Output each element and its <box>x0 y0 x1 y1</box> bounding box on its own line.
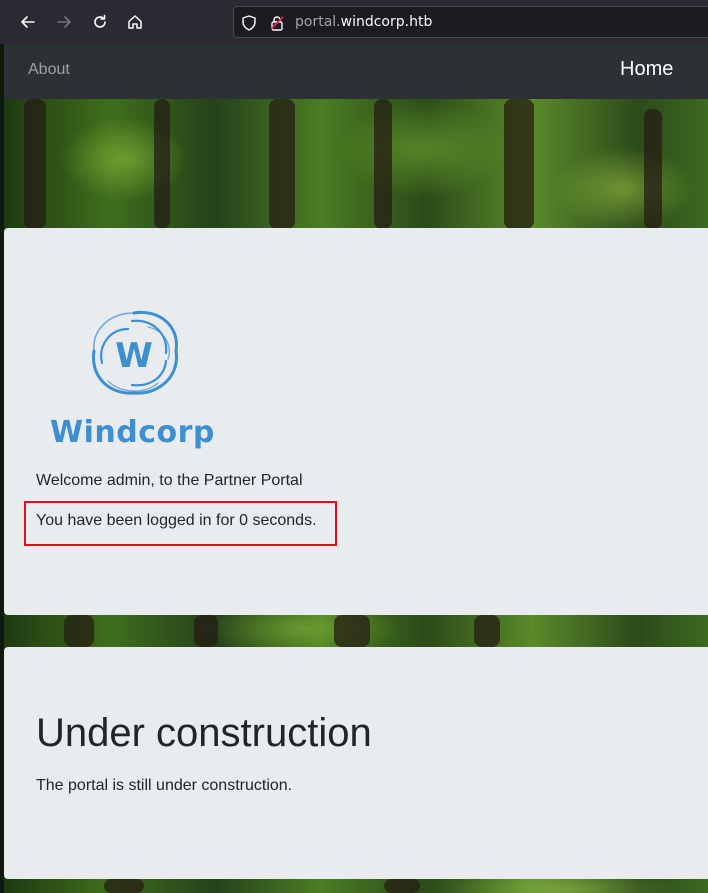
site-navbar: About Home <box>4 44 708 99</box>
shield-icon[interactable] <box>240 14 258 32</box>
home-icon <box>128 15 142 29</box>
highlight-annotation-box <box>24 501 337 546</box>
svg-text:W: W <box>115 336 153 376</box>
logo-text: Windcorp <box>50 415 215 450</box>
back-arrow-icon <box>21 16 35 28</box>
forward-button[interactable] <box>52 10 76 34</box>
back-button[interactable] <box>16 10 40 34</box>
reload-icon <box>94 14 106 28</box>
welcome-card: W Windcorp Welcome admin, to the Partner… <box>4 228 708 615</box>
forward-arrow-icon <box>57 16 71 28</box>
windcorp-logo: W Windcorp <box>48 303 228 453</box>
url-subdomain: portal. <box>295 14 341 30</box>
url-text[interactable]: portal.windcorp.htb <box>295 13 432 31</box>
reload-button[interactable] <box>88 10 112 34</box>
insecure-lock-icon[interactable] <box>268 14 286 32</box>
home-button[interactable] <box>123 10 147 34</box>
construction-heading: Under construction <box>36 711 372 755</box>
browser-toolbar: portal.windcorp.htb <box>0 0 708 44</box>
construction-card: Under construction The portal is still u… <box>4 647 708 879</box>
wind-swirl-icon: W <box>91 310 178 395</box>
nav-link-home[interactable]: Home <box>620 58 673 81</box>
address-bar[interactable]: portal.windcorp.htb <box>233 6 708 38</box>
construction-message: The portal is still under construction. <box>36 777 293 794</box>
welcome-message: Welcome admin, to the Partner Portal <box>36 472 303 489</box>
nav-link-about[interactable]: About <box>28 61 70 79</box>
url-domain: windcorp.htb <box>340 14 433 30</box>
